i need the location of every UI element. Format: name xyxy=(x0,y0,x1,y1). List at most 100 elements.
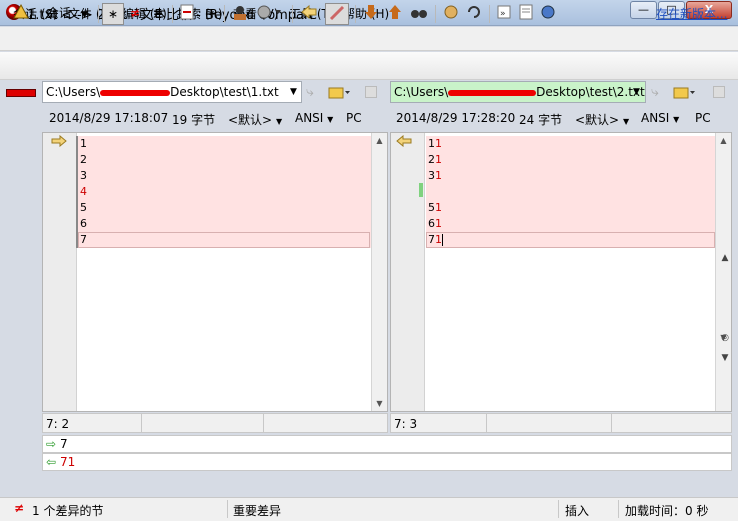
rules-icon[interactable] xyxy=(229,3,251,25)
swap-arrow-icon[interactable]: ⤷ xyxy=(651,84,659,100)
toolbar-divider xyxy=(292,5,293,23)
left-line-3: 3 xyxy=(80,169,87,182)
right-line-2-text: 21 xyxy=(428,153,442,166)
toolbar-divider xyxy=(224,5,225,23)
arrow-left-icon: ⇦ xyxy=(46,455,57,469)
swap-icon[interactable] xyxy=(440,3,462,25)
save-icon[interactable] xyxy=(713,86,725,98)
right-date: 2014/8/29 17:28:20 xyxy=(396,111,516,125)
toolbar-divider xyxy=(489,5,490,23)
show-diff-button[interactable]: ≠ xyxy=(125,3,145,25)
left-line-2: 2 xyxy=(80,153,87,166)
line-char-diff: 1 xyxy=(435,201,442,214)
nav-current-icon[interactable]: ◎ xyxy=(720,328,730,348)
right-text-pane[interactable]: 11 21 31 51 61 71 ▲ ▼ xyxy=(390,132,732,412)
status-divider xyxy=(227,500,228,518)
right-line-2: 21 xyxy=(424,152,716,168)
new-version-link[interactable]: 存在新版本... xyxy=(656,5,727,22)
svg-text:»: » xyxy=(500,9,506,19)
right-encoding-select[interactable]: <默认> ▼ xyxy=(575,111,629,129)
left-size: 19 字节 xyxy=(172,113,216,127)
swap-arrow-icon[interactable]: ⤷ xyxy=(306,84,314,100)
chevron-down-icon[interactable]: ▼ xyxy=(633,87,640,97)
line-char-same: 1 xyxy=(428,137,435,150)
left-file-marker xyxy=(6,89,36,97)
left-line-1: 1 xyxy=(80,137,87,150)
show-same-button[interactable]: = xyxy=(148,3,168,25)
session-dropdown[interactable]: 会话 ▼ xyxy=(36,3,94,25)
web-icon[interactable] xyxy=(538,3,558,25)
report-icon[interactable] xyxy=(516,3,536,25)
line-compare-left[interactable]: ⇨ 7 xyxy=(42,435,732,453)
right-encoding-default: <默认> xyxy=(575,113,620,127)
line-char-diff: 1 xyxy=(435,169,442,182)
find-binoculars-icon[interactable] xyxy=(408,3,430,25)
right-line-3: 31 xyxy=(424,168,716,184)
load-time: 加载时间：0 秒 xyxy=(625,504,709,518)
open-folder-icon[interactable] xyxy=(327,83,351,104)
copy-right-arrow-icon[interactable] xyxy=(51,134,67,150)
right-charset-select[interactable]: ANSI ▼ xyxy=(641,111,679,129)
right-ansi: ANSI xyxy=(641,111,670,125)
prev-diff-icon[interactable] xyxy=(385,3,405,25)
nav-up-icon[interactable]: ▲ xyxy=(720,248,730,268)
edit-pencil-icon[interactable] xyxy=(325,3,349,25)
line-char-diff: 1 xyxy=(435,153,442,166)
nav-down-icon[interactable]: ▼ xyxy=(720,348,730,368)
left-line-6: 6 xyxy=(80,217,87,230)
left-thumbnail-strip[interactable] xyxy=(6,132,42,412)
menu-bar xyxy=(0,27,738,51)
left-lines: 1 2 3 4 5 6 7 xyxy=(76,136,371,248)
show-all-button[interactable]: ∗ xyxy=(102,3,124,25)
line-char-same: 2 xyxy=(428,153,435,166)
next-diff-icon[interactable] xyxy=(361,3,381,25)
refresh-icon[interactable] xyxy=(463,3,485,25)
left-path-tail: Desktop\test\1.txt xyxy=(170,85,279,99)
scroll-up-icon[interactable]: ▲ xyxy=(372,136,387,145)
chevron-down-icon[interactable]: ▼ xyxy=(290,87,297,97)
arrow-left-icon[interactable] xyxy=(298,3,320,25)
format-gear-icon[interactable] xyxy=(254,3,284,25)
status-divider xyxy=(611,414,612,432)
right-path-prefix: C:\Users\ xyxy=(394,85,449,99)
open-folder-icon[interactable] xyxy=(672,83,696,104)
left-charset-select[interactable]: ANSI ▼ xyxy=(295,111,333,129)
approx-button[interactable]: ≈ xyxy=(200,3,220,25)
left-linebreak[interactable]: PC xyxy=(346,111,362,129)
session-icon[interactable] xyxy=(10,3,32,25)
left-path-field[interactable]: C:\Users\ Desktop\test\1.txt xyxy=(42,81,302,103)
status-divider xyxy=(263,414,264,432)
save-icon[interactable] xyxy=(365,86,377,98)
line-compare-left-text: 7 xyxy=(60,437,68,451)
status-divider xyxy=(141,414,142,432)
chevron-down-icon: ▼ xyxy=(622,117,630,126)
toolbar-divider xyxy=(98,5,99,23)
right-path-field[interactable]: C:\Users\ Desktop\test\2.txt xyxy=(390,81,646,103)
important-diff-label[interactable]: 重要差异 xyxy=(233,502,281,519)
left-text-pane[interactable]: 1 2 3 4 5 6 7 ▲ ▼ xyxy=(42,132,388,412)
left-scrollbar[interactable]: ▲ ▼ xyxy=(371,133,387,411)
status-divider xyxy=(558,500,559,518)
right-line-5: 51 xyxy=(424,200,716,216)
right-linebreak[interactable]: PC xyxy=(695,111,711,129)
context-icon[interactable] xyxy=(177,3,197,25)
copy-left-arrow-icon[interactable] xyxy=(396,134,412,150)
right-line-1-text: 11 xyxy=(428,137,442,150)
scroll-down-icon[interactable]: ▼ xyxy=(372,399,387,408)
expand-icon[interactable]: » xyxy=(494,3,514,25)
right-line-7: 71 xyxy=(424,232,716,248)
redacted-mark xyxy=(100,89,171,96)
toolbar xyxy=(0,52,738,80)
minimize-button[interactable]: — xyxy=(630,1,657,19)
right-line-1: 11 xyxy=(424,136,716,152)
left-date: 2014/8/29 17:18:07 xyxy=(49,111,169,125)
left-pane-status: 7: 2 xyxy=(42,413,388,433)
line-compare-right[interactable]: ⇦ 71 xyxy=(42,453,732,471)
scroll-up-icon[interactable]: ▲ xyxy=(716,136,731,145)
left-encoding-select[interactable]: <默认> ▼ xyxy=(228,111,282,129)
right-lines: 11 21 31 51 61 71 xyxy=(424,136,716,248)
line-char-diff: 1 xyxy=(435,137,442,150)
left-gutter xyxy=(43,133,77,411)
line-char-same: 6 xyxy=(428,217,435,230)
nav-strip[interactable]: ▲ ◎ ▼ xyxy=(720,248,730,408)
